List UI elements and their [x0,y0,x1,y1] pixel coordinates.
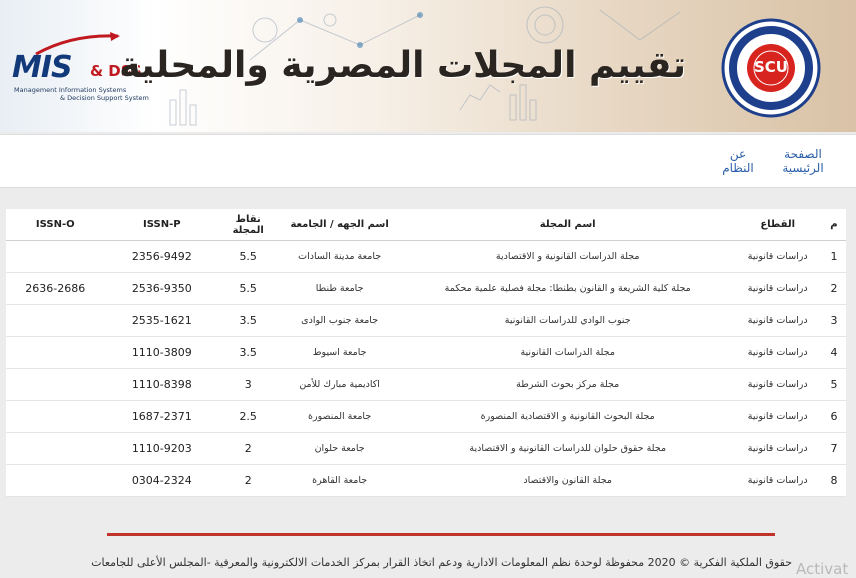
row-journal-name: جنوب الوادي للدراسات القانونية [401,304,734,337]
row-sector: دراسات قانونية [733,400,822,433]
journals-table-container: م القطاع اسم المجلة اسم الجهه / الجامعة … [6,209,846,497]
row-index: 1 [821,240,846,273]
row-index: 3 [821,304,846,337]
table-row: 6 دراسات قانونية مجلة البحوث القانونية و ا… [6,400,846,433]
page-title: تقييم المجلات المصرية والمحلية [119,45,686,86]
row-issn-p: 2535-1621 [104,304,220,337]
row-journal-name: مجلة القانون والاقتصاد [401,464,734,497]
header-journal-name: اسم المجلة [401,209,734,241]
row-issn-o [6,336,105,369]
table-row: 3 دراسات قانونية جنوب الوادي للدراسات القا… [6,304,846,337]
row-issn-o [6,432,105,465]
row-university: جامعة القاهرة [277,464,402,497]
row-journal-name: مجلة كلية الشريعة و القانون بطنطا: مجلة … [401,272,734,305]
row-journal-name: مجلة الدراسات القانونية [401,336,734,369]
row-points: 5.5 [219,240,278,273]
row-university: جامعة مدينة السادات [277,240,402,273]
row-university: اكاديمية مبارك للأمن [277,368,402,401]
row-issn-o [6,400,105,433]
row-points: 5.5 [219,272,278,305]
row-index: 7 [821,432,846,465]
mis-logo-text: MIS [12,50,73,85]
header-issn-p: ISSN-P [104,209,220,241]
header-sector: القطاع [733,209,822,241]
row-points: 2.5 [219,400,278,433]
table-row: 7 دراسات قانونية مجلة حقوق حلوان للدراسات … [6,432,846,465]
table-row: 4 دراسات قانونية مجلة الدراسات القانونية جا… [6,336,846,369]
scu-seal-label: SCU [754,58,788,76]
header-issn-o: ISSN-O [6,209,105,241]
table-row: 8 دراسات قانونية مجلة القانون والاقتصاد جام… [6,464,846,497]
row-journal-name: مجلة حقوق حلوان للدراسات القانونية و الا… [401,432,734,465]
row-points: 3.5 [219,336,278,369]
row-journal-name: مجلة الدراسات القانونية و الاقتصادية [401,240,734,273]
row-sector: دراسات قانونية [733,336,822,369]
row-issn-o [6,304,105,337]
row-issn-o [6,240,105,273]
row-sector: دراسات قانونية [733,368,822,401]
row-university: جامعة اسيوط [277,336,402,369]
row-issn-p: 1687-2371 [104,400,220,433]
header-points: نقاط المجلة [219,209,278,241]
row-points: 3.5 [219,304,278,337]
row-issn-p: 1110-9203 [104,432,220,465]
journals-table: م القطاع اسم المجلة اسم الجهه / الجامعة … [6,209,846,497]
row-index: 5 [821,368,846,401]
row-journal-name: مجلة البحوث القانونية و الاقتصادية المنص… [401,400,734,433]
row-index: 4 [821,336,846,369]
table-row: 1 دراسات قانونية مجلة الدراسات القانونية و… [6,240,846,273]
row-issn-o: 2636-2686 [6,272,105,305]
row-points: 3 [219,368,278,401]
row-sector: دراسات قانونية [733,240,822,273]
table-header-row: م القطاع اسم المجلة اسم الجهه / الجامعة … [6,209,846,241]
table-body: 1 دراسات قانونية مجلة الدراسات القانونية و… [6,240,846,497]
row-points: 2 [219,464,278,497]
row-journal-name: مجلة مركز بحوث الشرطة [401,368,734,401]
table-row: 2 دراسات قانونية مجلة كلية الشريعة و القان… [6,272,846,305]
row-university: جامعة المنصورة [277,400,402,433]
row-sector: دراسات قانونية [733,272,822,305]
row-issn-p: 1110-3809 [104,336,220,369]
row-sector: دراسات قانونية [733,432,822,465]
row-issn-o [6,464,105,497]
row-university: جامعة طنطا [277,272,402,305]
footer-divider [107,533,775,536]
nav-bar: الصفحة الرئيسية عن النظام [0,134,856,188]
nav-link-about[interactable]: عن النظام [716,147,760,175]
row-points: 2 [219,432,278,465]
activation-watermark: Activat [796,560,849,578]
row-index: 2 [821,272,846,305]
mis-subtitle-line1: Management Information Systems [14,86,127,94]
row-issn-p: 2356-9492 [104,240,220,273]
row-issn-p: 1110-8398 [104,368,220,401]
header-banner: MIS & DSS Management Information Systems… [0,0,856,132]
row-sector: دراسات قانونية [733,464,822,497]
row-issn-o [6,368,105,401]
row-university: جامعة حلوان [277,432,402,465]
mis-subtitle-line2: & Decision Support System [60,94,149,102]
row-sector: دراسات قانونية [733,304,822,337]
footer-copyright: حقوق الملكية الفكرية © 2020 محفوظة لوحدة… [91,556,792,569]
table-row: 5 دراسات قانونية مجلة مركز بحوث الشرطة اكاد… [6,368,846,401]
header-index: م [821,209,846,241]
header-university: اسم الجهه / الجامعة [277,209,402,241]
row-issn-p: 2536-9350 [104,272,220,305]
row-index: 8 [821,464,846,497]
row-university: جامعة جنوب الوادى [277,304,402,337]
nav-link-home[interactable]: الصفحة الرئيسية [776,147,830,175]
row-issn-p: 0304-2324 [104,464,220,497]
row-index: 6 [821,400,846,433]
